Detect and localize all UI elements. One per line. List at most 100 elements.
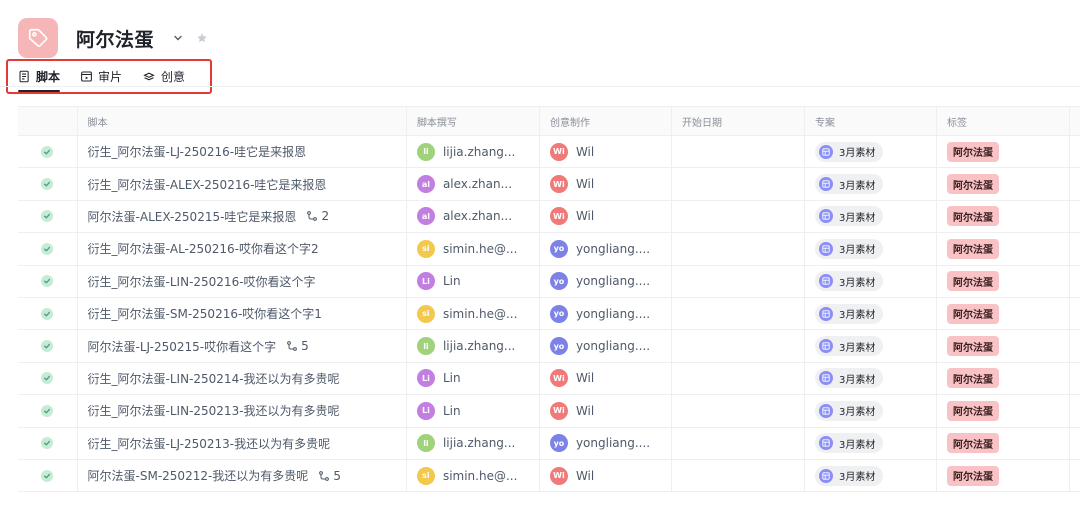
tag-cell[interactable]: 阿尔法蛋 xyxy=(937,395,1071,427)
script-name[interactable]: 衍生_阿尔法蛋-LIN-250214-我还以为有多贵呢 xyxy=(88,370,340,387)
column-header-writer[interactable]: 脚本撰写 xyxy=(407,107,540,135)
writer[interactable]: Li Lin xyxy=(416,272,461,291)
subtask-indicator[interactable]: 5 xyxy=(318,469,341,483)
script-name[interactable]: 阿尔法蛋-SM-250212-我还以为有多贵呢 xyxy=(88,467,309,484)
table-row[interactable]: 衍生_阿尔法蛋-LJ-250216-哇它是来报恩 li lijia.zhang.… xyxy=(18,136,1080,169)
tab-review[interactable]: 审片 xyxy=(80,64,122,88)
script-cell[interactable]: 衍生_阿尔法蛋-SM-250216-哎你看这个字1 xyxy=(78,297,407,330)
writer-cell[interactable]: al alex.zhan... xyxy=(407,168,540,200)
writer[interactable]: Li Lin xyxy=(416,369,461,388)
maker-cell[interactable]: yo yongliang.... xyxy=(540,265,672,297)
check-icon[interactable] xyxy=(41,145,54,158)
script-cell[interactable]: 阿尔法蛋-SM-250212-我还以为有多贵呢 5 xyxy=(78,459,407,492)
tag-chip[interactable]: 阿尔法蛋 xyxy=(947,303,999,324)
project-chip[interactable]: 3月素材 xyxy=(814,400,884,421)
writer[interactable]: li lijia.zhang... xyxy=(416,434,515,453)
writer-cell[interactable]: al alex.zhan... xyxy=(407,200,540,233)
check-icon[interactable] xyxy=(41,404,54,417)
maker-cell[interactable]: Wi Wil xyxy=(540,459,672,492)
maker[interactable]: Wi Wil xyxy=(549,142,594,161)
tag-cell[interactable]: 阿尔法蛋 xyxy=(937,427,1071,459)
project-cell[interactable]: 3月素材 xyxy=(805,168,937,200)
table-row[interactable]: 衍生_阿尔法蛋-ALEX-250216-哇它是来报恩 al alex.zhan.… xyxy=(18,168,1080,201)
tag-cell[interactable]: 阿尔法蛋 xyxy=(937,136,1071,168)
maker-cell[interactable]: yo yongliang.... xyxy=(540,297,672,330)
star-icon[interactable] xyxy=(196,32,208,44)
start-date-cell[interactable] xyxy=(672,136,805,168)
tag-chip[interactable]: 阿尔法蛋 xyxy=(947,336,999,357)
tag-chip[interactable]: 阿尔法蛋 xyxy=(947,238,999,259)
script-name[interactable]: 衍生_阿尔法蛋-LIN-250213-我还以为有多贵呢 xyxy=(88,402,340,419)
script-cell[interactable]: 衍生_阿尔法蛋-LJ-250213-我还以为有多贵呢 xyxy=(78,427,407,459)
tag-chip[interactable]: 阿尔法蛋 xyxy=(947,368,999,389)
maker[interactable]: yo yongliang.... xyxy=(549,272,650,291)
start-date-cell[interactable] xyxy=(672,297,805,330)
maker[interactable]: Wi Wil xyxy=(549,466,594,485)
table-row[interactable]: 衍生_阿尔法蛋-SM-250216-哎你看这个字1 si simin.he@..… xyxy=(18,297,1080,331)
tag-chip[interactable]: 阿尔法蛋 xyxy=(947,465,999,486)
project-cell[interactable]: 3月素材 xyxy=(805,265,937,297)
start-date-cell[interactable] xyxy=(672,200,805,233)
script-name[interactable]: 衍生_阿尔法蛋-SM-250216-哎你看这个字1 xyxy=(88,305,322,322)
column-header-tag[interactable]: 标签 xyxy=(937,107,1071,135)
tag-cell[interactable]: 阿尔法蛋 xyxy=(937,362,1071,395)
project-cell[interactable]: 3月素材 xyxy=(805,362,937,395)
table-row[interactable]: 衍生_阿尔法蛋-LIN-250213-我还以为有多贵呢 Li Lin Wi Wi… xyxy=(18,395,1080,428)
project-chip[interactable]: 3月素材 xyxy=(814,141,884,162)
start-date-cell[interactable] xyxy=(672,395,805,427)
script-name[interactable]: 衍生_阿尔法蛋-LIN-250216-哎你看这个字 xyxy=(88,273,316,290)
tag-cell[interactable]: 阿尔法蛋 xyxy=(937,168,1071,200)
project-chip[interactable]: 3月素材 xyxy=(814,465,884,486)
tag-cell[interactable]: 阿尔法蛋 xyxy=(937,200,1071,233)
script-name[interactable]: 衍生_阿尔法蛋-LJ-250213-我还以为有多贵呢 xyxy=(88,435,331,452)
maker-cell[interactable]: Wi Wil xyxy=(540,168,672,200)
maker[interactable]: Wi Wil xyxy=(549,401,594,420)
writer[interactable]: si simin.he@... xyxy=(416,466,517,485)
project-chip[interactable]: 3月素材 xyxy=(814,206,884,227)
check-icon[interactable] xyxy=(41,372,54,385)
column-header-maker[interactable]: 创意制作 xyxy=(540,107,672,135)
tag-cell[interactable]: 阿尔法蛋 xyxy=(937,265,1071,297)
maker[interactable]: yo yongliang.... xyxy=(549,239,650,258)
start-date-cell[interactable] xyxy=(672,459,805,492)
script-cell[interactable]: 衍生_阿尔法蛋-LIN-250216-哎你看这个字 xyxy=(78,265,407,297)
project-cell[interactable]: 3月素材 xyxy=(805,233,937,265)
table-row[interactable]: 衍生_阿尔法蛋-LIN-250214-我还以为有多贵呢 Li Lin Wi Wi… xyxy=(18,362,1080,396)
script-cell[interactable]: 衍生_阿尔法蛋-LIN-250214-我还以为有多贵呢 xyxy=(78,362,407,395)
table-row[interactable]: 阿尔法蛋-SM-250212-我还以为有多贵呢 5 si simin.he@..… xyxy=(18,459,1080,493)
tag-chip[interactable]: 阿尔法蛋 xyxy=(947,271,999,292)
writer-cell[interactable]: si simin.he@... xyxy=(407,459,540,492)
project-chip[interactable]: 3月素材 xyxy=(814,368,884,389)
writer[interactable]: li lijia.zhang... xyxy=(416,337,515,356)
script-name[interactable]: 衍生_阿尔法蛋-LJ-250216-哇它是来报恩 xyxy=(88,143,307,160)
writer[interactable]: li lijia.zhang... xyxy=(416,142,515,161)
project-chip[interactable]: 3月素材 xyxy=(814,336,884,357)
project-cell[interactable]: 3月素材 xyxy=(805,330,937,362)
tag-chip[interactable]: 阿尔法蛋 xyxy=(947,206,999,227)
writer[interactable]: Li Lin xyxy=(416,401,461,420)
project-cell[interactable]: 3月素材 xyxy=(805,136,937,168)
project-chip[interactable]: 3月素材 xyxy=(814,303,884,324)
column-header-script[interactable]: 脚本 xyxy=(78,107,407,135)
maker-cell[interactable]: Wi Wil xyxy=(540,362,672,395)
start-date-cell[interactable] xyxy=(672,265,805,297)
tag-icon[interactable] xyxy=(18,18,58,58)
maker[interactable]: yo yongliang.... xyxy=(549,304,650,323)
table-row[interactable]: 衍生_阿尔法蛋-LJ-250213-我还以为有多贵呢 li lijia.zhan… xyxy=(18,427,1080,460)
check-icon[interactable] xyxy=(41,469,54,482)
writer-cell[interactable]: Li Lin xyxy=(407,265,540,297)
subtask-indicator[interactable]: 2 xyxy=(306,209,329,223)
writer-cell[interactable]: li lijia.zhang... xyxy=(407,330,540,362)
tag-chip[interactable]: 阿尔法蛋 xyxy=(947,400,999,421)
column-header-start-date[interactable]: 开始日期 xyxy=(672,107,805,135)
maker-cell[interactable]: yo yongliang.... xyxy=(540,330,672,362)
start-date-cell[interactable] xyxy=(672,362,805,395)
writer-cell[interactable]: Li Lin xyxy=(407,362,540,395)
script-cell[interactable]: 阿尔法蛋-ALEX-250215-哇它是来报恩 2 xyxy=(78,200,407,233)
chevron-down-icon[interactable] xyxy=(172,32,184,44)
maker-cell[interactable]: Wi Wil xyxy=(540,395,672,427)
project-chip[interactable]: 3月素材 xyxy=(814,433,884,454)
check-icon[interactable] xyxy=(41,340,54,353)
tag-chip[interactable]: 阿尔法蛋 xyxy=(947,141,999,162)
script-cell[interactable]: 衍生_阿尔法蛋-LJ-250216-哇它是来报恩 xyxy=(78,136,407,168)
